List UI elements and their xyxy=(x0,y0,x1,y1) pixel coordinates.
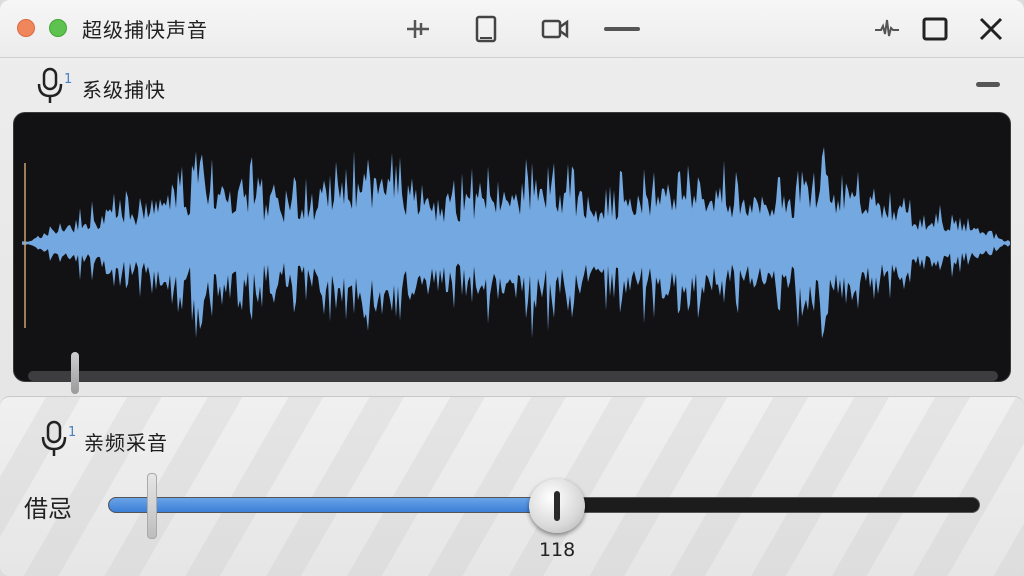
minus-icon[interactable] xyxy=(604,14,640,44)
mic-badge: 1 xyxy=(68,425,78,440)
volume-slider-fill xyxy=(109,498,559,512)
window-close-dot[interactable] xyxy=(17,19,35,37)
title-bar: 超级捕快声音 xyxy=(0,0,1024,58)
microphone-icon xyxy=(34,66,68,106)
mic-badge: 1 xyxy=(64,72,74,87)
slider-min-marker xyxy=(147,473,157,539)
sound-capture-window: 超级捕快声音 1 系级捕快 1 亲频采音 借忌 118 xyxy=(0,0,1024,576)
mic-input-label: 亲频采音 xyxy=(84,431,168,455)
microphone-icon xyxy=(38,419,72,459)
split-icon[interactable] xyxy=(403,14,433,44)
slider-value: 118 xyxy=(538,539,576,561)
waveform-shape xyxy=(22,146,1010,339)
waveform xyxy=(22,146,1010,339)
mic-input-section: 1 亲频采音 借忌 118 xyxy=(0,396,1024,576)
window-zoom-dot[interactable] xyxy=(49,19,67,37)
close-icon[interactable] xyxy=(976,14,1006,44)
collapse-button[interactable] xyxy=(976,82,1000,87)
split-drag-handle[interactable] xyxy=(71,352,79,394)
video-camera-icon[interactable] xyxy=(540,14,570,44)
volume-slider-knob[interactable] xyxy=(529,479,586,533)
waveform-panel[interactable] xyxy=(13,112,1011,382)
system-capture-header: 1 系级捕快 xyxy=(0,58,1024,112)
waveform-scrollbar[interactable] xyxy=(28,371,998,381)
waveform-pin-icon[interactable] xyxy=(872,14,902,44)
slider-label: 借忌 xyxy=(24,495,72,523)
maximize-icon[interactable] xyxy=(920,14,950,44)
tablet-icon[interactable] xyxy=(471,14,501,44)
window-title: 超级捕快声音 xyxy=(82,18,208,42)
system-capture-label: 系级捕快 xyxy=(82,78,166,102)
